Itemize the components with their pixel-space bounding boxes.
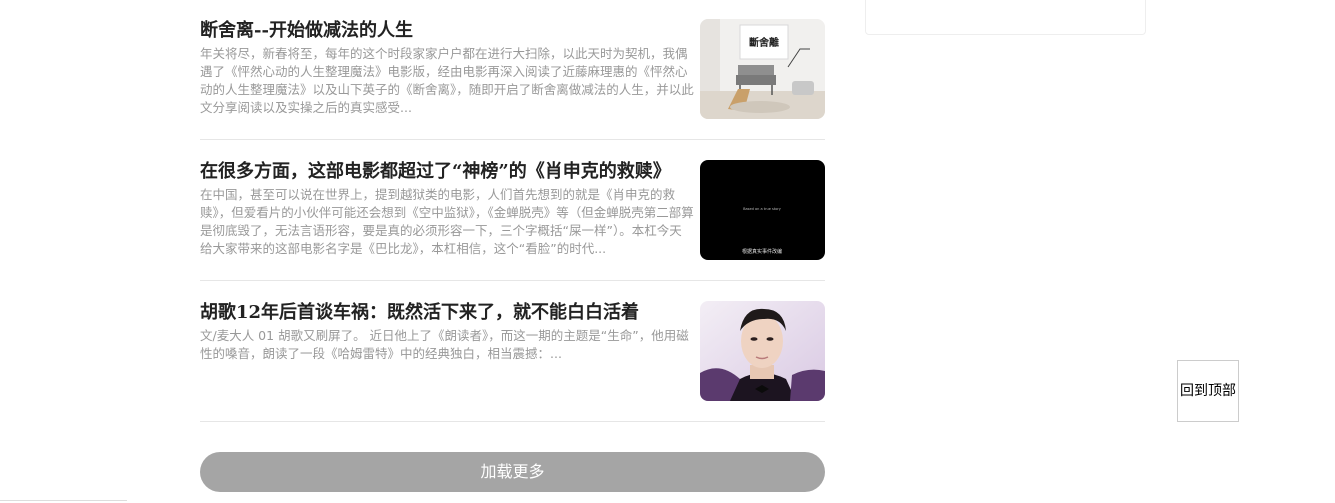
article-item[interactable]: 胡歌12年后首谈车祸：既然活下来了，就不能白白活着 文/麦大人 01 胡歌又刷屏…: [200, 301, 825, 401]
article-item[interactable]: 断舍离--开始做减法的人生 年关将尽，新春将至，每年的这个时段家家户户都在进行大…: [200, 19, 825, 119]
article-summary: 年关将尽，新春将至，每年的这个时段家家户户都在进行大扫除，以此天时为契机，我偶遇…: [200, 46, 694, 115]
back-to-top-button[interactable]: 回到顶部: [1177, 360, 1239, 422]
thumb-sign-text: 斷舍離: [749, 36, 779, 49]
article-thumbnail[interactable]: Based on a true story 根据真实事件改编: [700, 160, 825, 260]
portrait-photo-image: [700, 301, 825, 401]
movie-still-image: Based on a true story 根据真实事件改编: [700, 160, 825, 260]
article-summary: 在中国，甚至可以说在世界上，提到越狱类的电影，人们首先想到的就是《肖申克的救赎》…: [200, 187, 694, 256]
room-interior-image: 斷舍離: [700, 19, 825, 119]
article-summary: 文/麦大人 01 胡歌又刷屏了。 近日他上了《朗读者》，而这一期的主题是“生命”…: [200, 328, 689, 361]
sidebar-card: [865, 0, 1146, 35]
article-thumbnail[interactable]: [700, 301, 825, 401]
article-thumbnail[interactable]: 斷舍離: [700, 19, 825, 119]
divider: [0, 500, 127, 501]
load-more-button[interactable]: 加载更多: [200, 452, 825, 492]
divider: [200, 139, 825, 140]
article-title[interactable]: 断舍离--开始做减法的人生: [200, 18, 695, 44]
article-title[interactable]: 胡歌12年后首谈车祸：既然活下来了，就不能白白活着: [200, 300, 695, 326]
article-item[interactable]: 在很多方面，这部电影都超过了“神榜”的《肖申克的救赎》 在中国，甚至可以说在世界…: [200, 160, 825, 260]
article-title[interactable]: 在很多方面，这部电影都超过了“神榜”的《肖申克的救赎》: [200, 159, 695, 185]
thumb-caption-bottom: 根据真实事件改编: [742, 248, 782, 255]
thumb-caption-top: Based on a true story: [743, 207, 781, 211]
divider: [200, 421, 825, 422]
divider: [200, 280, 825, 281]
